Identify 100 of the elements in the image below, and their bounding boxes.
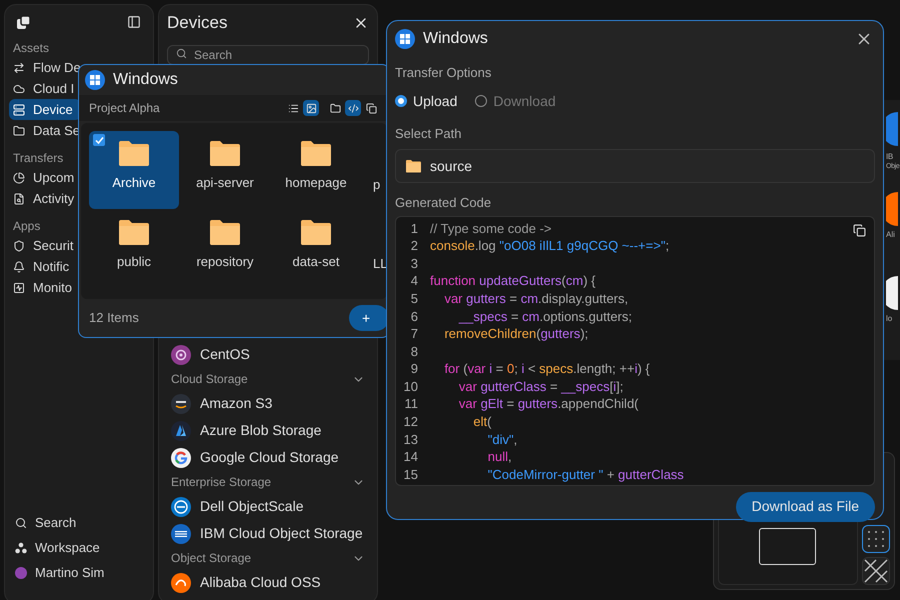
logo-icon	[886, 276, 898, 310]
windows-logo-icon	[85, 70, 105, 90]
device-label: Ali	[886, 230, 896, 240]
line-number: 15	[402, 466, 418, 484]
folder-tile[interactable]: api-server	[180, 131, 270, 209]
item-count: 12 Items	[89, 309, 139, 328]
window-title: Windows	[423, 29, 488, 49]
windows-logo-icon	[395, 29, 415, 49]
storage-item[interactable]: Dell ObjectScale	[167, 493, 369, 520]
storage-item[interactable]: Alibaba Cloud OSS	[167, 569, 369, 596]
pie-chart-icon	[13, 172, 25, 184]
sidebar-item[interactable]: Cloud I	[9, 78, 81, 99]
copy-icon[interactable]	[853, 224, 866, 236]
folder-icon	[208, 139, 242, 167]
tool-button[interactable]	[862, 525, 890, 553]
sidebar-item[interactable]: Upcom	[9, 167, 81, 188]
group-header[interactable]: Enterprise Storage	[167, 471, 369, 493]
group-header[interactable]: Object Storage	[167, 547, 369, 569]
download-button[interactable]: Download as File	[736, 492, 875, 522]
stripes-logo-icon	[171, 524, 191, 544]
sidebar-item[interactable]: Flow De	[9, 57, 81, 78]
tool-button[interactable]	[862, 557, 890, 585]
line-number: 6	[410, 308, 418, 326]
field-label: Generated Code	[395, 194, 492, 212]
line-number: 4	[410, 272, 418, 290]
field-label: Transfer Options	[395, 64, 492, 82]
view-button[interactable]	[345, 100, 361, 116]
line-number: 1	[410, 220, 418, 238]
folder-tile[interactable]: homepage	[271, 131, 361, 209]
line-number: 2	[410, 237, 418, 256]
radio-option[interactable]: Upload	[395, 90, 458, 112]
view-button[interactable]	[303, 100, 319, 116]
line-number: 9	[410, 360, 418, 378]
dots-icon	[15, 542, 27, 554]
code-line: removeChildren(gutters);	[443, 325, 588, 344]
code-line: __specs = cm.options.gutters;	[458, 308, 632, 326]
code-line: function updateGutters(cm) {	[429, 272, 596, 290]
user-profile[interactable]: Martino Sim	[9, 562, 149, 583]
sidebar-item[interactable]: Search	[9, 512, 149, 533]
line-number: 3	[410, 254, 418, 273]
group-header[interactable]: Cloud Storage	[167, 368, 369, 390]
logo-icon	[886, 112, 898, 146]
checkbox[interactable]	[93, 134, 105, 146]
ring-logo-icon	[171, 496, 191, 516]
line-number: 7	[410, 325, 418, 344]
code-line: console.log "oO08 iIlL1 g9qCGQ ~--+=>";	[429, 237, 670, 256]
folder-icon	[117, 139, 151, 167]
sidebar-item[interactable]: Securit	[9, 235, 81, 256]
cross-pattern-icon	[864, 559, 888, 583]
section-title: Apps	[12, 219, 42, 233]
sidebar-item[interactable]: Device	[9, 99, 81, 120]
storage-item[interactable]: Amazon S3	[167, 390, 369, 417]
sidebar-item[interactable]: Monito	[9, 277, 81, 298]
storage-item[interactable]: Google Cloud Storage	[167, 444, 369, 471]
field-label: Select Path	[395, 124, 462, 142]
panel-title: Devices	[167, 12, 228, 34]
line-number: 12	[402, 413, 418, 432]
folder-tile[interactable]: repository	[180, 210, 270, 288]
section-title: Assets	[12, 41, 50, 55]
shield-icon	[13, 240, 25, 252]
line-number: 8	[410, 342, 418, 361]
sidebar-item[interactable]: Activity	[9, 188, 81, 209]
check-icon	[94, 136, 104, 144]
sidebar-item[interactable]: Notific	[9, 256, 81, 277]
swoosh-logo-icon	[171, 572, 191, 592]
folder-icon	[405, 159, 422, 173]
dot-grid-icon	[866, 529, 886, 549]
code-line: "div",	[486, 430, 518, 449]
line-number: 11	[404, 395, 418, 414]
frame-outline	[759, 528, 816, 565]
folder-tile[interactable]: Archive	[89, 131, 179, 209]
logo-icon	[886, 192, 898, 226]
storage-item[interactable]: IBM Cloud Object Storage	[167, 520, 369, 547]
code-line: for (var i = 0; i < specs.length; ++i) {	[443, 360, 650, 378]
folder-tile[interactable]: data-set	[271, 210, 361, 288]
folder-icon	[13, 124, 25, 136]
triangle-logo-icon	[171, 420, 191, 440]
sidebar-item[interactable]: Workspace	[9, 537, 149, 558]
code-editor[interactable]	[395, 216, 875, 486]
code-line: // Type some code ->	[429, 220, 552, 238]
storage-item[interactable]: CentOS	[167, 341, 369, 368]
code-icon	[348, 102, 358, 114]
code-line: "CodeMirror-gutter " + gutterClass	[486, 466, 684, 484]
folder-label[interactable]: p	[373, 175, 380, 194]
path-field[interactable]: source	[395, 149, 875, 183]
folder-icon	[330, 102, 340, 114]
folder-label[interactable]: LL	[373, 254, 388, 274]
search-field[interactable]: Search	[167, 45, 369, 65]
bell-icon	[13, 260, 25, 272]
folder-icon	[208, 218, 242, 246]
search-icon	[176, 48, 187, 59]
folder-tile[interactable]: public	[89, 210, 179, 288]
line-number: 14	[402, 448, 418, 466]
device-label: lo	[886, 314, 894, 324]
add-button[interactable]: +	[349, 305, 389, 331]
avatar	[15, 566, 27, 578]
panel-toggle-icon[interactable]	[127, 15, 141, 29]
code-line: var gElt = gutters.appendChild(	[458, 395, 639, 414]
copy-icon	[366, 102, 376, 114]
storage-item[interactable]: Azure Blob Storage	[167, 417, 369, 444]
